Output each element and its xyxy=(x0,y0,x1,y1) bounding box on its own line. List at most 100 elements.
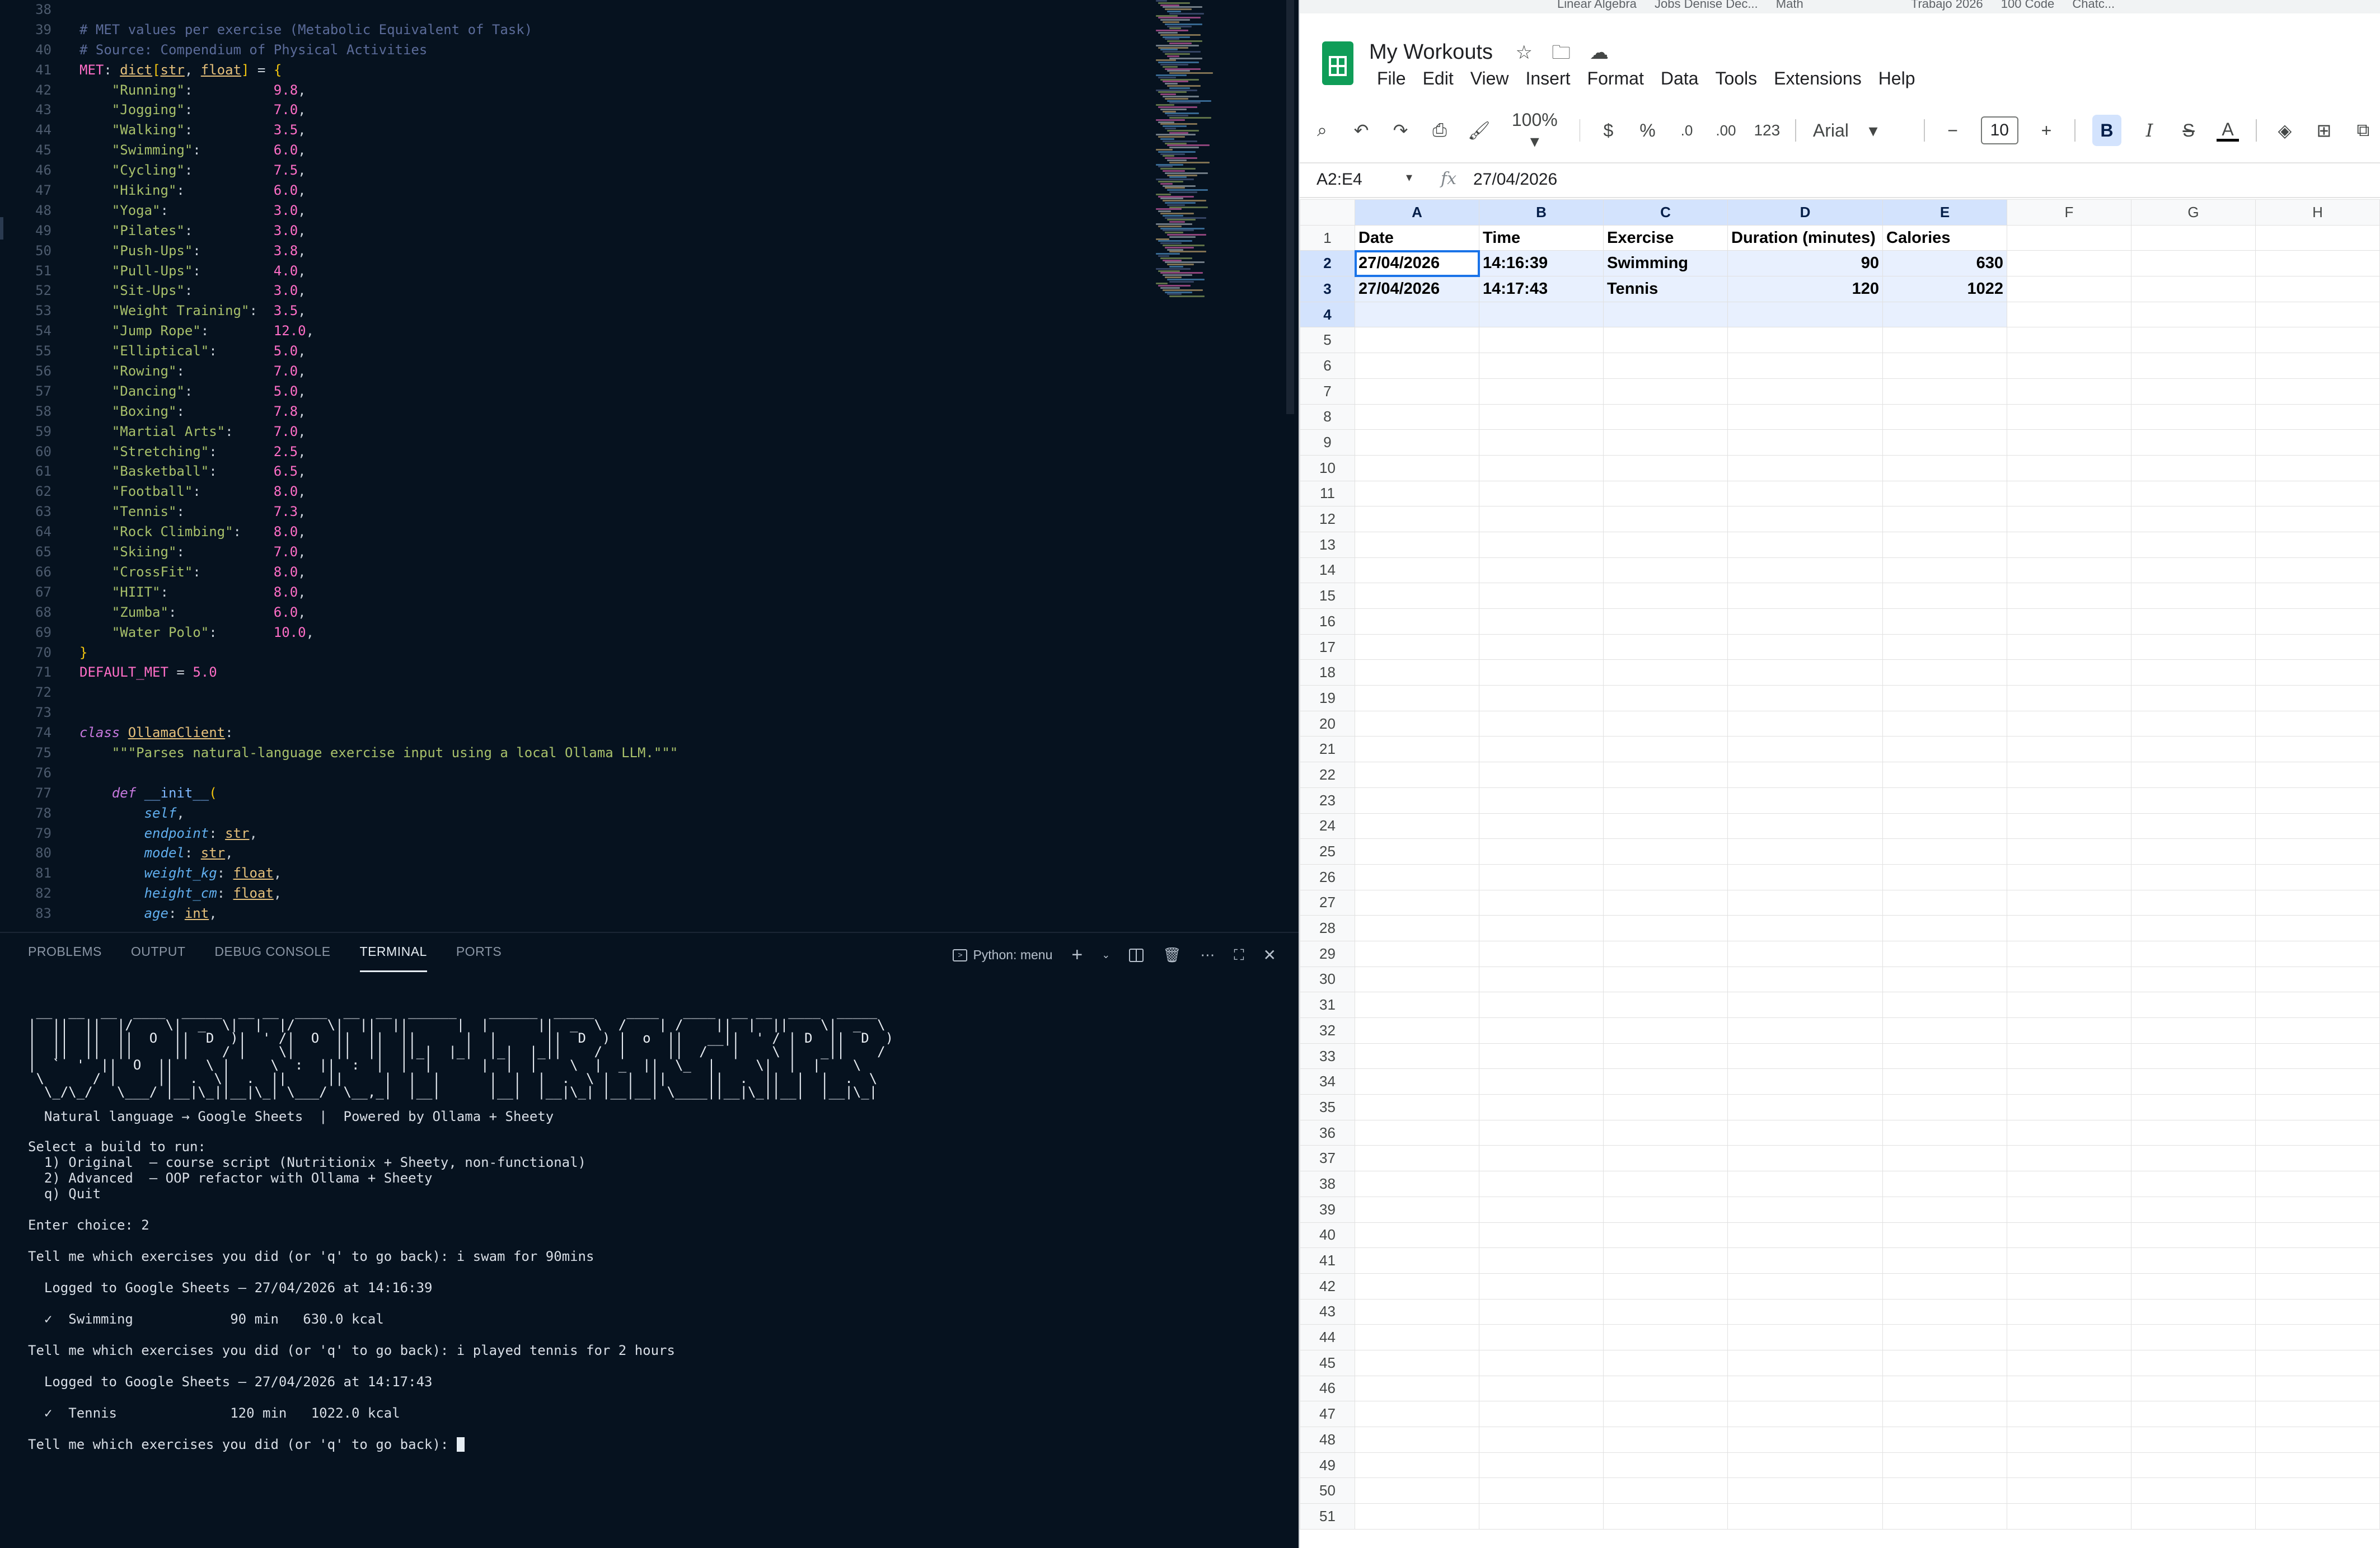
row-header[interactable]: 4 xyxy=(1300,301,1355,328)
grid-cell[interactable] xyxy=(1603,915,1728,941)
grid-cell[interactable] xyxy=(1479,1145,1604,1172)
grid-cell[interactable] xyxy=(1355,1273,1479,1300)
grid-cell[interactable] xyxy=(1727,1017,1883,1044)
grid-cell[interactable] xyxy=(2255,838,2380,865)
code-line[interactable]: 41 MET: dict[str, float] = { xyxy=(0,60,1142,81)
grid-cell[interactable] xyxy=(1727,966,1883,993)
grid-cell[interactable] xyxy=(2131,710,2256,737)
grid-cell[interactable] xyxy=(2007,1452,2131,1479)
grid-cell[interactable] xyxy=(1727,404,1883,430)
code-line[interactable]: 44 "Walking": 3.5, xyxy=(0,120,1142,140)
header-cell[interactable]: Date xyxy=(1355,224,1479,251)
grid-cell[interactable] xyxy=(1603,583,1728,609)
tab-problems[interactable]: PROBLEMS xyxy=(28,944,102,972)
bold-button[interactable]: B xyxy=(2092,115,2122,146)
row-header[interactable]: 16 xyxy=(1300,608,1355,635)
grid-cell[interactable] xyxy=(1882,1273,2007,1300)
grid-cell[interactable] xyxy=(1603,1068,1728,1095)
row-header[interactable]: 25 xyxy=(1300,838,1355,865)
grid-cell[interactable] xyxy=(1603,1196,1728,1223)
grid-cell[interactable] xyxy=(1882,480,2007,507)
code-line[interactable]: 50 "Push-Ups": 3.8, xyxy=(0,241,1142,261)
grid-cell[interactable] xyxy=(2255,1171,2380,1197)
grid-cell[interactable] xyxy=(1727,762,1883,788)
grid-cell[interactable] xyxy=(2007,506,2131,532)
grid-cell[interactable] xyxy=(1603,557,1728,584)
grid-cell[interactable] xyxy=(2255,1324,2380,1350)
grid-cell[interactable] xyxy=(1882,1043,2007,1069)
grid-cell[interactable] xyxy=(2255,1145,2380,1172)
grid-cell[interactable] xyxy=(1727,1401,1883,1427)
grid-cell[interactable] xyxy=(2007,659,2131,686)
code-line[interactable]: 72 xyxy=(0,683,1142,703)
close-panel-icon[interactable]: ✕ xyxy=(1263,946,1276,964)
grid-cell[interactable] xyxy=(1727,531,1883,558)
row-header[interactable]: 28 xyxy=(1300,915,1355,941)
row-header[interactable]: 45 xyxy=(1300,1349,1355,1376)
grid-cell[interactable] xyxy=(2255,762,2380,788)
current-prompt-line[interactable]: Tell me which exercises you did (or 'q' … xyxy=(28,1437,1287,1452)
grid-cell[interactable] xyxy=(2255,1427,2380,1453)
grid-cell[interactable] xyxy=(1727,940,1883,967)
grid-cell[interactable] xyxy=(1355,378,1479,405)
grid-cell[interactable] xyxy=(1355,762,1479,788)
grid-cell[interactable] xyxy=(1727,736,1883,763)
grid-cell[interactable] xyxy=(1727,1119,1883,1146)
code-line[interactable]: 73 xyxy=(0,703,1142,723)
borders-icon[interactable]: ⊞ xyxy=(2313,120,2335,141)
grid-cell[interactable] xyxy=(1479,634,1604,660)
grid-cell[interactable] xyxy=(1355,429,1479,456)
grid-cell[interactable] xyxy=(1355,685,1479,711)
grid-cell[interactable] xyxy=(2255,685,2380,711)
grid-cell[interactable] xyxy=(1727,685,1883,711)
code-line[interactable]: 40 # Source: Compendium of Physical Activ… xyxy=(0,40,1142,60)
grid-cell[interactable] xyxy=(2007,1477,2131,1504)
grid-cell[interactable] xyxy=(1603,710,1728,737)
grid-cell[interactable] xyxy=(1727,608,1883,635)
code-line[interactable]: 48 "Yoga": 3.0, xyxy=(0,201,1142,221)
redo-icon[interactable]: ↷ xyxy=(1389,120,1412,141)
grid-cell[interactable] xyxy=(1882,557,2007,584)
code-line[interactable]: 69 "Water Polo": 10.0, xyxy=(0,623,1142,643)
grid-cell[interactable] xyxy=(2255,1196,2380,1223)
grid-cell[interactable] xyxy=(2255,864,2380,890)
tab-ports[interactable]: PORTS xyxy=(456,944,502,972)
grid-cell[interactable] xyxy=(2255,1247,2380,1274)
code-line[interactable]: 67 "HIIT": 8.0, xyxy=(0,583,1142,603)
grid-cell[interactable] xyxy=(1882,940,2007,967)
row-header[interactable]: 48 xyxy=(1300,1427,1355,1453)
bookmark-item[interactable]: 100 Code xyxy=(2001,0,2054,10)
grid-cell[interactable] xyxy=(2131,1503,2256,1530)
grid-cell[interactable] xyxy=(2255,506,2380,532)
row-header[interactable]: 34 xyxy=(1300,1068,1355,1095)
grid-cell[interactable] xyxy=(1479,1477,1604,1504)
grid-cell[interactable] xyxy=(1603,1094,1728,1120)
grid-cell[interactable] xyxy=(2131,1171,2256,1197)
grid-cell[interactable] xyxy=(1355,710,1479,737)
grid-cell[interactable] xyxy=(2007,224,2131,251)
grid-cell[interactable] xyxy=(2131,1043,2256,1069)
grid-cell[interactable] xyxy=(2255,1298,2380,1325)
grid-cell[interactable] xyxy=(1479,838,1604,865)
grid-cell[interactable] xyxy=(1479,327,1604,354)
grid-cell[interactable] xyxy=(2007,301,2131,328)
row-header[interactable]: 49 xyxy=(1300,1452,1355,1479)
grid-cell[interactable] xyxy=(2007,1324,2131,1350)
grid-cell[interactable] xyxy=(1882,1375,2007,1402)
decrease-decimal-button[interactable]: .0 xyxy=(1675,122,1698,139)
grid-cell[interactable] xyxy=(1882,1427,2007,1453)
grid-cell[interactable] xyxy=(1882,327,2007,354)
grid-cell[interactable] xyxy=(1355,1094,1479,1120)
grid-cell[interactable] xyxy=(2131,301,2256,328)
grid-cell[interactable] xyxy=(1727,1503,1883,1530)
header-cell[interactable]: Duration (minutes) xyxy=(1727,224,1883,251)
grid-cell[interactable] xyxy=(2255,634,2380,660)
grid-cell[interactable] xyxy=(2255,429,2380,456)
grid-cell[interactable] xyxy=(2131,1324,2256,1350)
grid-cell[interactable] xyxy=(1355,1477,1479,1504)
grid-cell[interactable] xyxy=(1882,378,2007,405)
grid-cell[interactable] xyxy=(2007,1196,2131,1223)
grid-cell[interactable] xyxy=(1355,838,1479,865)
grid-cell[interactable] xyxy=(1882,1222,2007,1249)
grid-cell[interactable] xyxy=(1727,1273,1883,1300)
